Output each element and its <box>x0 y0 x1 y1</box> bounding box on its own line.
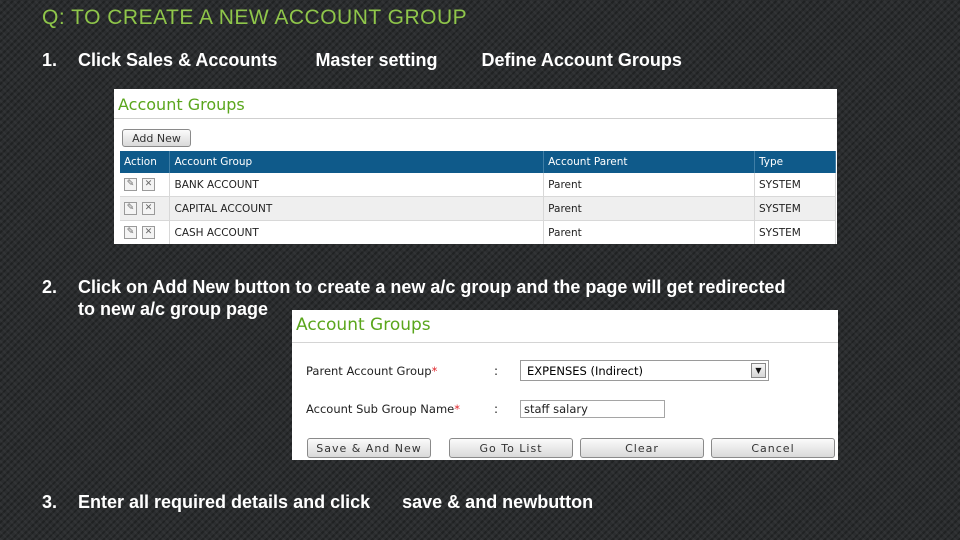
step-3-button-reference: save & and newbutton <box>402 492 594 512</box>
step-2-text-line-1: Click on Add New button to create a new … <box>78 277 786 297</box>
cancel-button[interactable]: Cancel <box>711 438 835 458</box>
required-mark: * <box>431 364 438 378</box>
divider <box>292 342 838 343</box>
column-header-type[interactable]: Type <box>754 151 836 173</box>
account-groups-list-screenshot: Account Groups Add New Action Account Gr… <box>114 89 837 244</box>
close-icon[interactable]: ✕ <box>142 178 155 191</box>
slide-title: Q: TO CREATE A NEW ACCOUNT GROUP <box>42 6 468 29</box>
step-1-text: Click Sales & Accounts Master setting De… <box>78 50 682 71</box>
new-account-group-form-screenshot: Account Groups Parent Account Group* : E… <box>292 310 838 460</box>
account-group-cell: CASH ACCOUNT <box>169 220 545 244</box>
table-header-row: Action Account Group Account Parent Type <box>120 151 836 173</box>
step-1-menu-master: Master setting <box>315 50 438 70</box>
save-and-new-button[interactable]: Save & And New <box>307 438 431 458</box>
account-sub-group-name-input[interactable] <box>520 400 665 418</box>
panel-header: Account Groups <box>118 95 245 114</box>
parent-account-group-select[interactable]: EXPENSES (Indirect) ▼ <box>520 360 769 381</box>
type-cell: SYSTEM <box>754 173 836 197</box>
type-cell: SYSTEM <box>754 220 836 244</box>
close-icon[interactable]: ✕ <box>142 202 155 215</box>
table-row: ✎ ✕ CAPITAL ACCOUNT Parent SYSTEM <box>120 196 836 221</box>
account-group-cell: CAPITAL ACCOUNT <box>169 196 545 221</box>
step-1-number: 1. <box>42 50 58 70</box>
go-to-list-button[interactable]: Go To List <box>449 438 573 458</box>
step-2-text-line-2: to new a/c group page <box>78 299 269 319</box>
account-parent-cell: Parent <box>543 196 756 221</box>
chevron-down-icon[interactable]: ▼ <box>751 363 766 378</box>
account-sub-group-name-label: Account Sub Group Name* <box>306 402 460 416</box>
column-header-account-group[interactable]: Account Group <box>169 151 545 173</box>
column-header-account-parent[interactable]: Account Parent <box>543 151 756 173</box>
action-cell: ✎ ✕ <box>120 220 171 244</box>
pencil-icon[interactable]: ✎ <box>124 202 137 215</box>
clear-button[interactable]: Clear <box>580 438 704 458</box>
required-mark: * <box>454 402 460 416</box>
action-cell: ✎ ✕ <box>120 173 171 197</box>
selected-value: EXPENSES (Indirect) <box>527 363 643 378</box>
label-text: Account Sub Group Name <box>306 402 455 416</box>
panel-header: Account Groups <box>296 315 431 335</box>
step-1-menu-sales: Click Sales & Accounts <box>78 50 278 70</box>
column-header-action[interactable]: Action <box>120 151 171 173</box>
divider <box>114 118 837 119</box>
label-text: Parent Account Group <box>306 364 432 378</box>
colon: : <box>494 402 499 416</box>
account-group-cell: BANK ACCOUNT <box>169 173 545 197</box>
pencil-icon[interactable]: ✎ <box>124 178 137 191</box>
type-cell: SYSTEM <box>754 196 836 221</box>
parent-account-group-label: Parent Account Group* <box>306 364 437 378</box>
colon: : <box>494 364 499 378</box>
account-groups-table: Action Account Group Account Parent Type… <box>120 151 836 244</box>
table-row: ✎ ✕ CASH ACCOUNT Parent SYSTEM <box>120 220 836 244</box>
add-new-button[interactable]: Add New <box>122 129 191 147</box>
close-icon[interactable]: ✕ <box>142 226 155 239</box>
account-parent-cell: Parent <box>543 173 756 197</box>
step-3-text: Enter all required details and click sav… <box>78 492 593 513</box>
account-parent-cell: Parent <box>543 220 756 244</box>
step-3-instruction: Enter all required details and click <box>78 492 371 512</box>
step-3-number: 3. <box>42 492 58 512</box>
pencil-icon[interactable]: ✎ <box>124 226 137 239</box>
table-row: ✎ ✕ BANK ACCOUNT Parent SYSTEM <box>120 173 836 197</box>
action-cell: ✎ ✕ <box>120 196 171 221</box>
step-1-menu-define: Define Account Groups <box>481 50 682 70</box>
step-2-number: 2. <box>42 277 58 297</box>
